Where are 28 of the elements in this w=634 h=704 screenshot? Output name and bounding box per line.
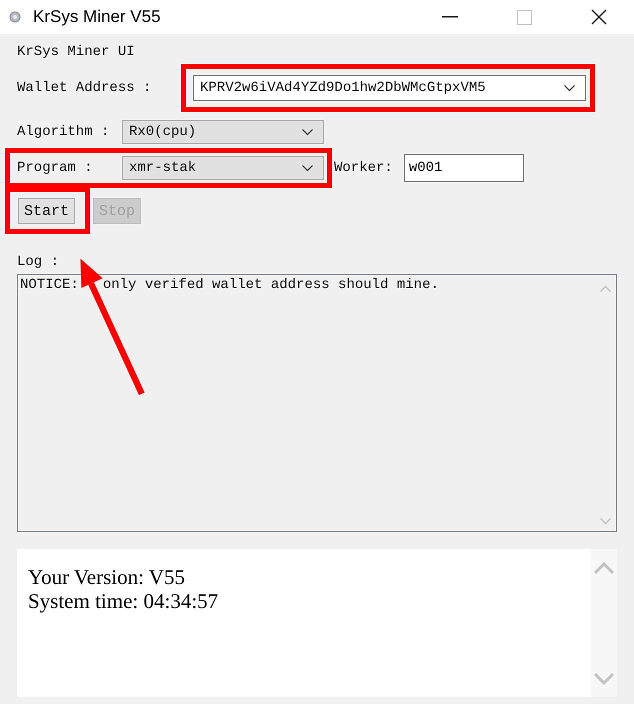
app-icon: [9, 11, 21, 23]
form-heading: KrSys Miner UI: [17, 44, 136, 62]
maximize-icon[interactable]: [517, 10, 532, 24]
minimize-icon[interactable]: [442, 16, 458, 18]
info-line: System time: 04:34:57: [28, 589, 220, 613]
scroll-down-icon[interactable]: [594, 673, 614, 685]
scroll-up-icon[interactable]: [594, 562, 614, 574]
scroll-up-icon[interactable]: [600, 285, 610, 292]
log-text: only verifed wallet address should mine.: [102, 277, 439, 293]
chevron-icon: [302, 164, 313, 172]
log-prefix: NOTICE:: [20, 277, 79, 293]
log-label: Log :: [17, 254, 60, 272]
field-label: Algorithm :: [17, 124, 110, 140]
window-title: KrSys Miner V55: [33, 7, 161, 27]
field-label: Wallet Address :: [17, 80, 152, 96]
close-icon[interactable]: [591, 9, 607, 25]
field-label: Worker:: [334, 160, 393, 176]
info-line: Your Version: V55: [28, 565, 186, 589]
scroll-down-icon[interactable]: [600, 518, 610, 525]
chevron-icon: [564, 84, 575, 92]
worker-field[interactable]: w001: [404, 154, 524, 182]
scrollbar[interactable]: [591, 549, 617, 697]
program-dropdown[interactable]: xmr-stak: [122, 156, 324, 180]
action-button[interactable]: Start: [18, 198, 76, 224]
algorithm-dropdown[interactable]: Rx0(cpu): [122, 120, 324, 144]
wallet-dropdown[interactable]: KPRV2w6iVAd4YZd9Do1hw2DbWMcGtpxVM5: [193, 75, 586, 101]
chevron-icon: [302, 128, 313, 136]
field-label: Program :: [17, 160, 94, 176]
